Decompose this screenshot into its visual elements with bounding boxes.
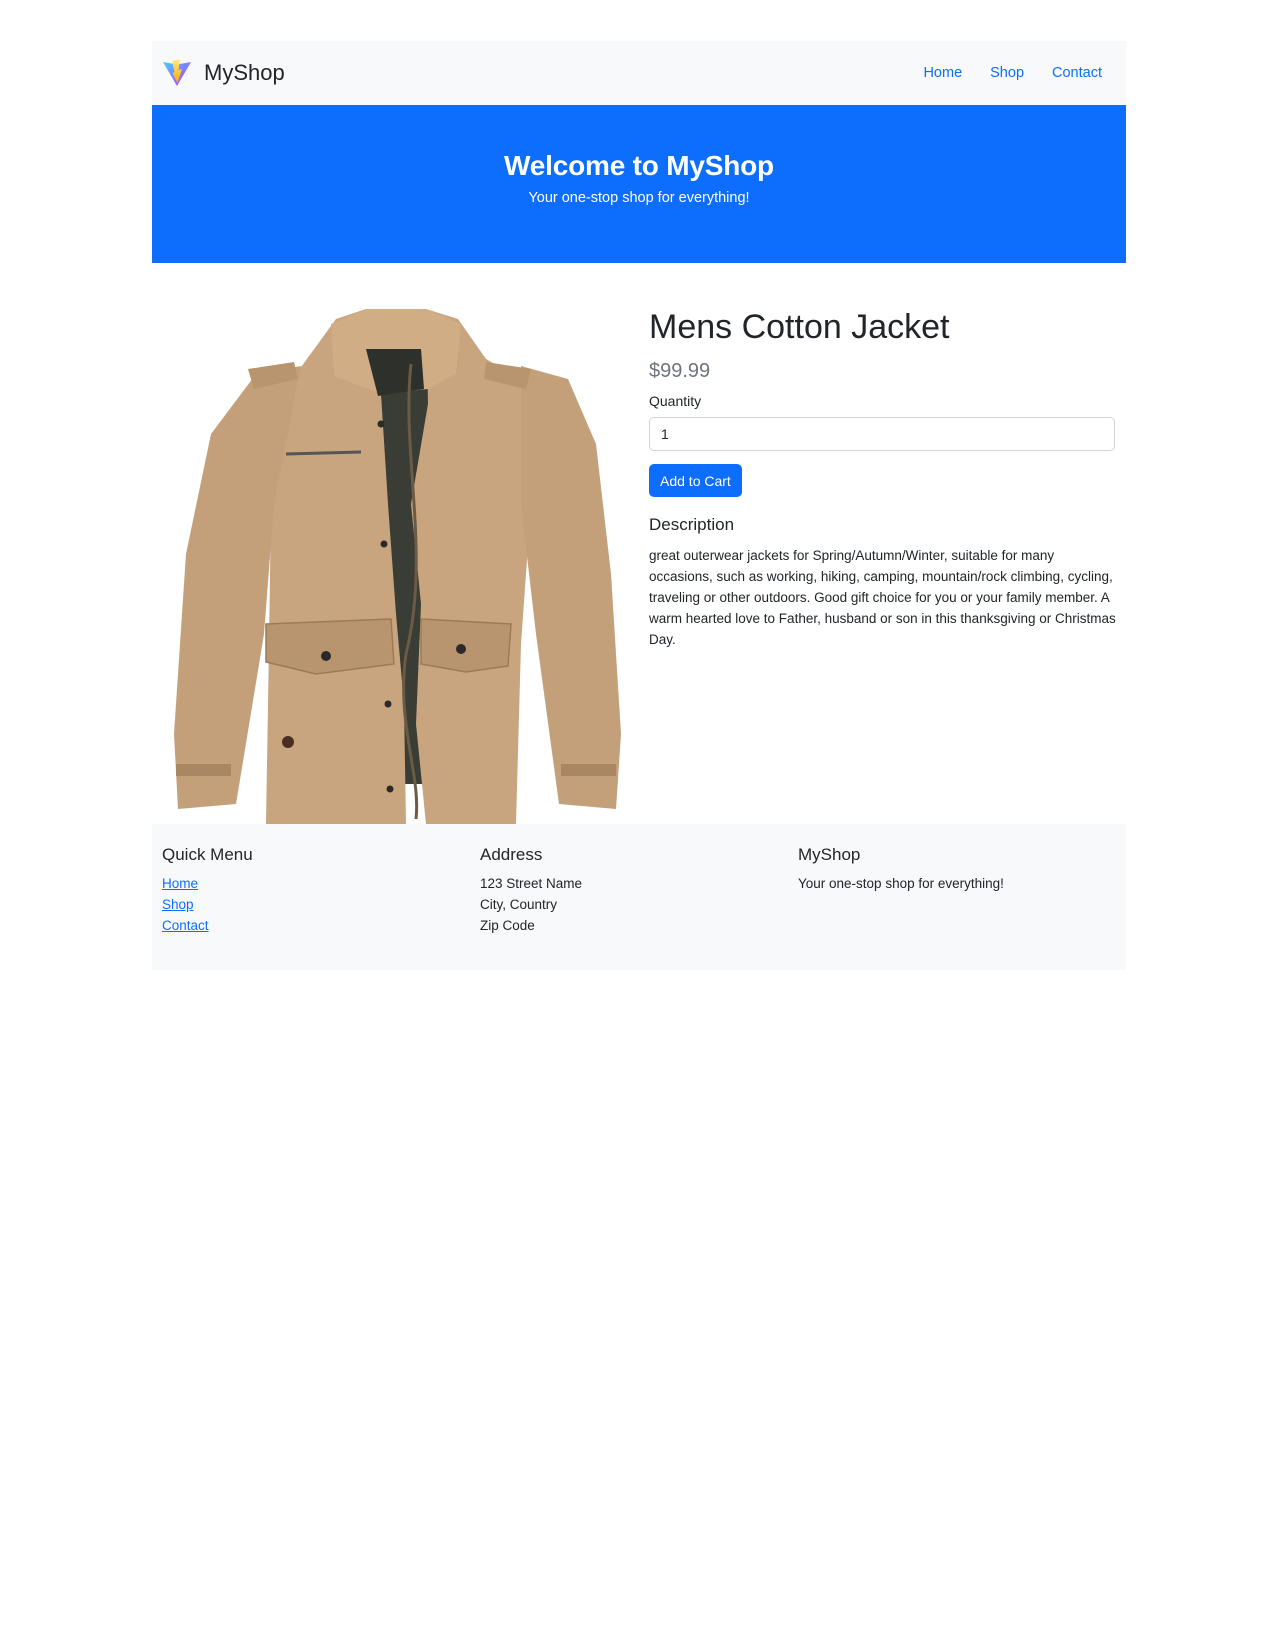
vite-logo-icon [162,58,192,88]
description-text: great outerwear jackets for Spring/Autum… [649,548,1116,648]
hero-title: Welcome to MyShop [504,150,774,181]
quantity-label: Quantity [649,393,702,410]
quick-menu-heading: Quick Menu [162,845,253,864]
brand-name[interactable]: MyShop [204,60,285,86]
address-zip: Zip Code [480,918,535,933]
about-heading: MyShop [798,845,861,864]
product-title: Mens Cotton Jacket [649,308,950,346]
footer-link-shop[interactable]: Shop [162,894,480,915]
about-text: Your one-stop shop for everything! [798,876,1004,891]
address-city: City, Country [480,897,558,912]
product-info: Mens Cotton Jacket $99.99 Quantity Add t… [639,304,1126,824]
quantity-input[interactable] [649,417,1115,452]
jacket-product-image [152,304,639,824]
footer-link-contact[interactable]: Contact [162,915,480,936]
brand-link[interactable]: MyShop [162,58,285,88]
footer-quick-menu: Quick Menu Home Shop Contact [162,845,480,970]
nav-link-shop[interactable]: Shop [990,65,1024,81]
hero-banner: Welcome to MyShop Your one-stop shop for… [152,105,1126,263]
add-to-cart-button[interactable]: Add to Cart [649,464,742,498]
address-heading: Address [480,845,543,864]
footer-about: MyShop Your one-stop shop for everything… [798,845,1116,970]
nav-link-contact[interactable]: Contact [1052,65,1102,81]
product-price: $99.99 [649,360,711,383]
footer-link-home[interactable]: Home [162,873,480,894]
footer-address: Address 123 Street Name City, Country Zi… [480,845,798,970]
hero-subtitle: Your one-stop shop for everything! [528,190,750,206]
footer: Quick Menu Home Shop Contact Address 123… [152,824,1126,970]
product-section: Mens Cotton Jacket $99.99 Quantity Add t… [152,263,1126,824]
nav-link-home[interactable]: Home [923,65,962,81]
address-street: 123 Street Name [480,876,583,891]
page-container: MyShop Home Shop Contact Welcome to MySh… [152,41,1126,970]
nav-links: Home Shop Contact [895,41,1102,105]
navbar: MyShop Home Shop Contact [152,41,1126,105]
description-heading: Description [649,515,735,535]
